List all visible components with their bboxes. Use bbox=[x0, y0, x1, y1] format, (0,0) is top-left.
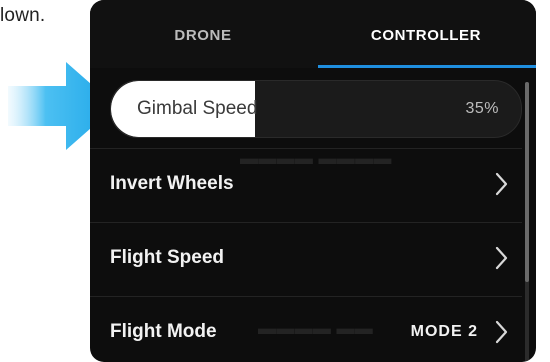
chevron-right-icon bbox=[495, 246, 508, 270]
caption-text: lown. bbox=[0, 5, 46, 26]
tab-controller[interactable]: CONTROLLER bbox=[316, 0, 536, 68]
slider-value: 35% bbox=[465, 100, 499, 117]
setting-row-invert-wheels[interactable]: Invert Wheels bbox=[90, 148, 522, 220]
active-tab-indicator bbox=[318, 65, 536, 68]
scrollbar[interactable] bbox=[525, 82, 529, 362]
setting-value: MODE 2 bbox=[410, 323, 478, 340]
gimbal-speed-slider[interactable]: Gimbal Speed 35% bbox=[110, 80, 522, 138]
setting-label: Flight Mode bbox=[110, 321, 217, 342]
slider-label: Gimbal Speed bbox=[137, 98, 258, 119]
settings-panel: DRONE CONTROLLER ▬▬▬▬ ▬▬▬▬ ▬▬▬▬ ▬▬ Gimba… bbox=[90, 0, 536, 362]
setting-label: Flight Speed bbox=[110, 247, 224, 268]
setting-label: Invert Wheels bbox=[110, 173, 234, 194]
screenshot-stage: lown. DRONE CONTROLLER ▬▬▬▬ ▬▬▬▬ ▬▬▬▬ ▬▬… bbox=[0, 0, 550, 362]
tab-drone[interactable]: DRONE bbox=[90, 0, 316, 68]
chevron-right-icon bbox=[495, 320, 508, 344]
setting-row-flight-speed[interactable]: Flight Speed bbox=[90, 222, 522, 294]
tab-bar: DRONE CONTROLLER bbox=[90, 0, 536, 68]
setting-row-flight-mode[interactable]: Flight Mode MODE 2 bbox=[90, 296, 522, 362]
scrollbar-thumb[interactable] bbox=[525, 82, 529, 282]
chevron-right-icon bbox=[495, 172, 508, 196]
